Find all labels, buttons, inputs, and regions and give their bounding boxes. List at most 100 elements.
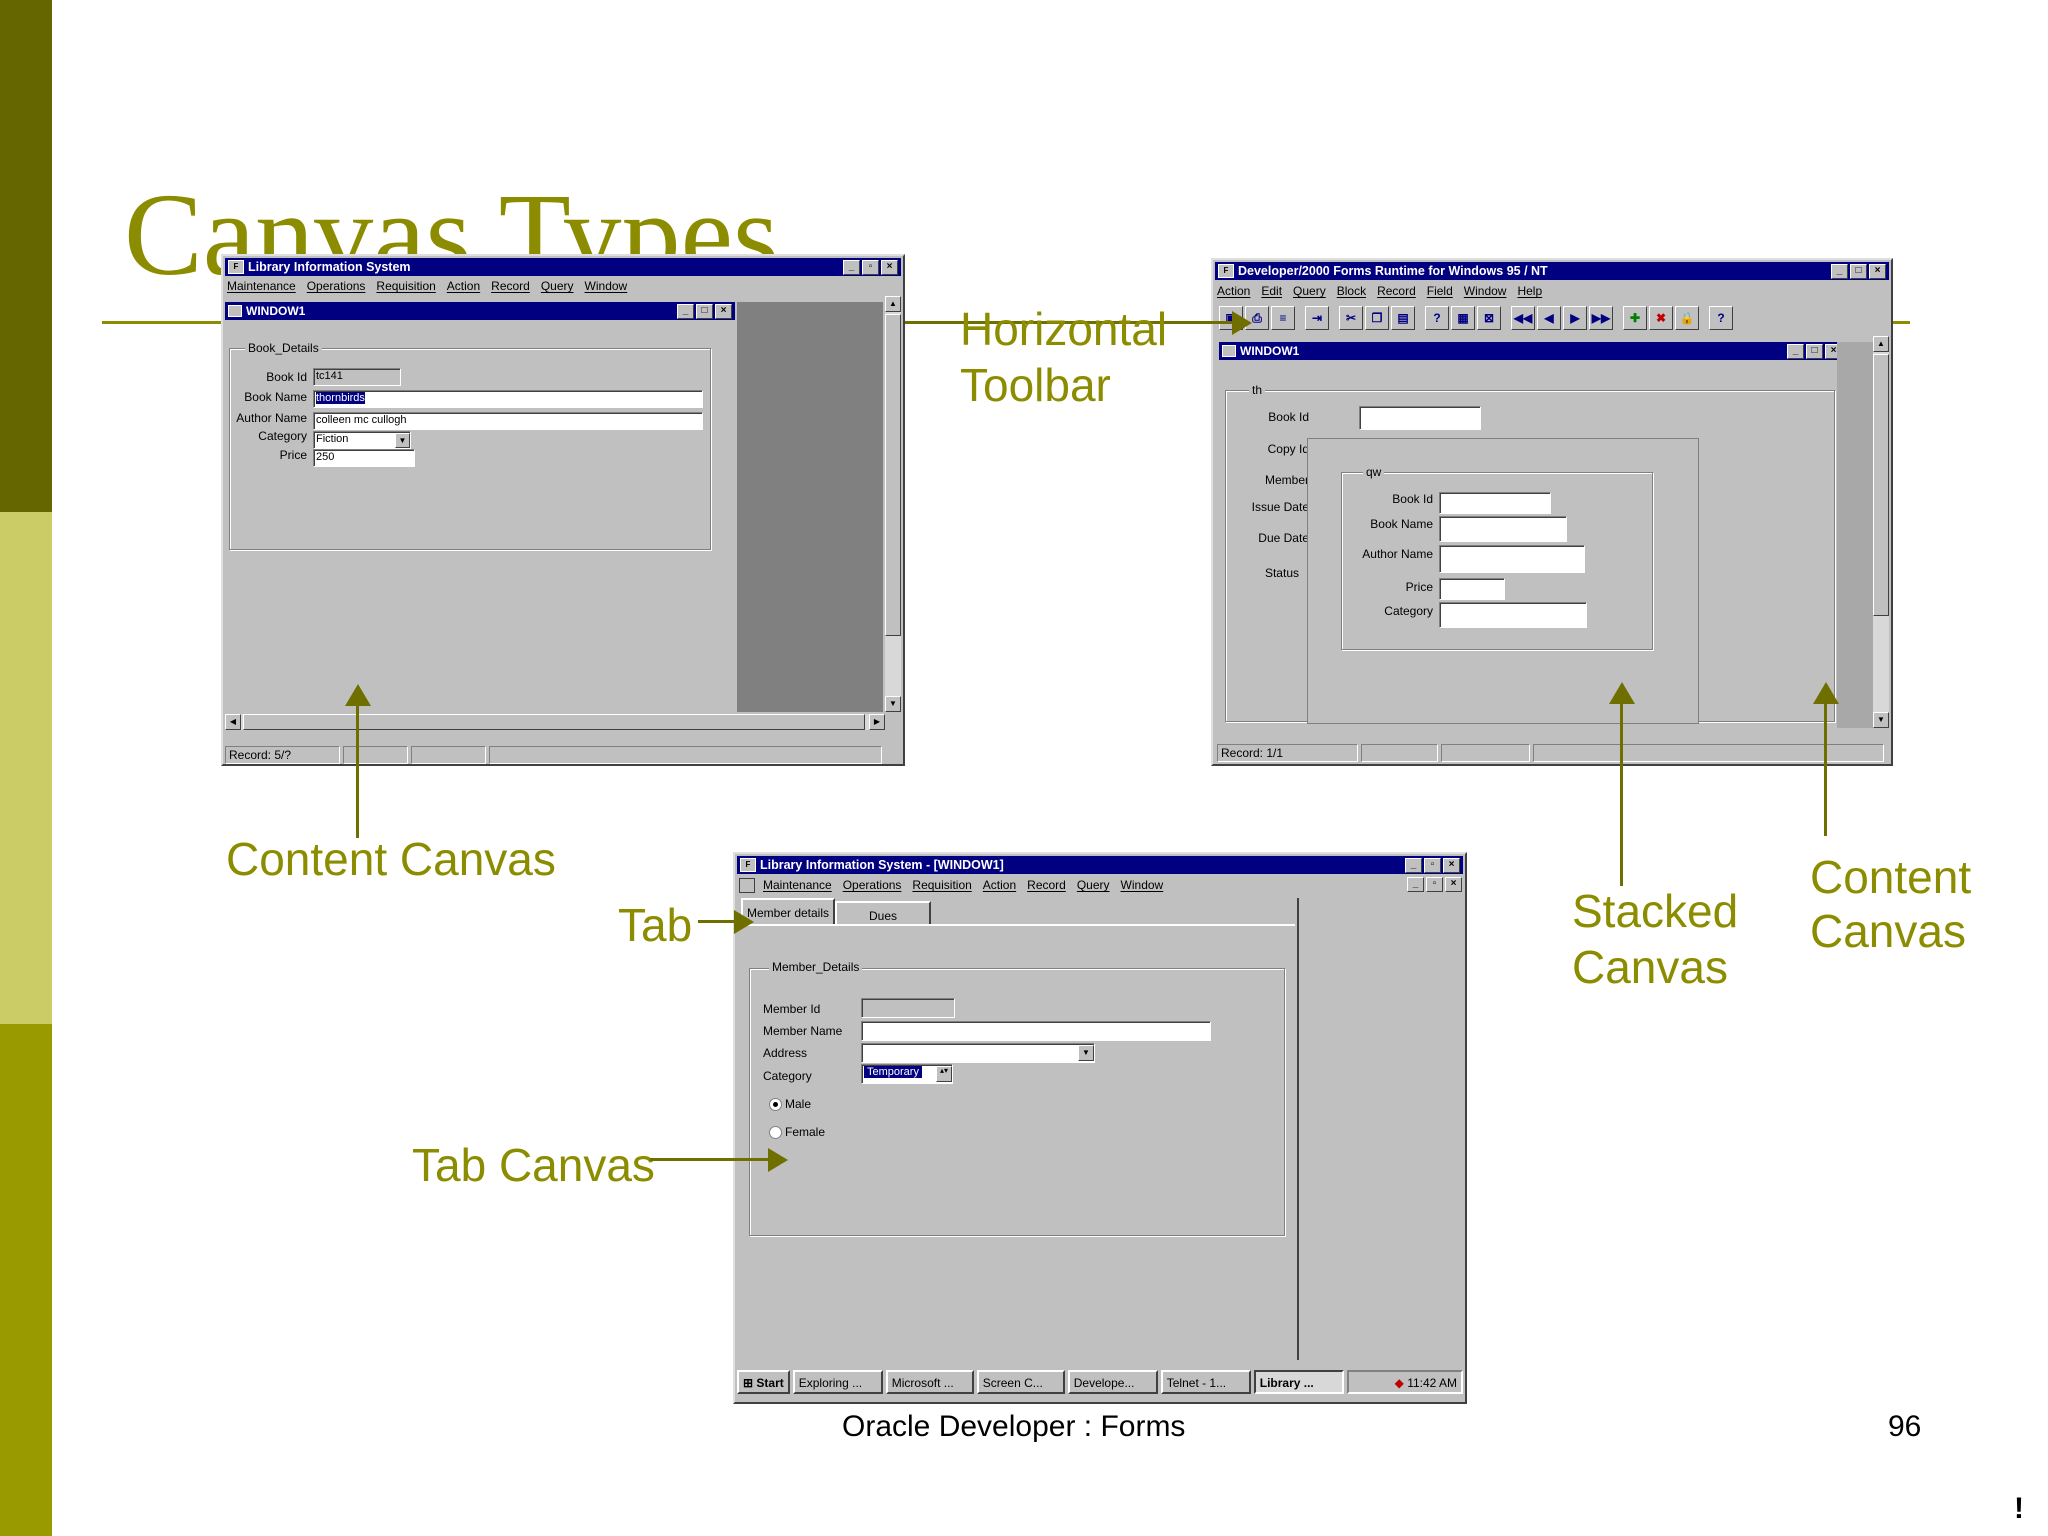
paste-icon[interactable]: ▤ [1391, 306, 1415, 330]
radio-male[interactable] [769, 1098, 782, 1111]
tab-dues[interactable]: Dues [835, 901, 931, 924]
price-field[interactable]: 250 [313, 449, 415, 467]
lock-record-icon[interactable]: 🔒 [1675, 306, 1699, 330]
mdi-restore-button[interactable]: ▫ [1426, 877, 1443, 892]
chevron-down-icon[interactable]: ▼ [395, 433, 410, 448]
execute-query-icon[interactable]: ▦ [1451, 306, 1475, 330]
mdi-minimize-button[interactable]: _ [1407, 877, 1424, 892]
menu-maintenance[interactable]: Maintenance [227, 279, 296, 293]
chevron-down-icon[interactable]: ▼ [1078, 1045, 1094, 1061]
menu-action[interactable]: Action [983, 878, 1016, 892]
win1-vertical-scrollbar[interactable]: ▲ ▼ [885, 296, 901, 712]
member-name-field[interactable] [861, 1021, 1211, 1041]
menu-field[interactable]: Field [1427, 284, 1453, 298]
start-button[interactable]: ⊞ Start [737, 1370, 790, 1394]
mdi-close-button[interactable]: × [1445, 877, 1462, 892]
menu-edit[interactable]: Edit [1261, 284, 1282, 298]
book-name-field[interactable]: thornbirds [313, 390, 703, 408]
menu-action[interactable]: Action [447, 279, 480, 293]
menu-query[interactable]: Query [1293, 284, 1326, 298]
menu-query[interactable]: Query [1077, 878, 1110, 892]
minimize-button[interactable]: _ [1405, 858, 1422, 873]
inner-maximize-button[interactable]: □ [696, 304, 713, 319]
menu-record[interactable]: Record [1377, 284, 1416, 298]
inner-close-button[interactable]: × [715, 304, 732, 319]
maximize-button[interactable]: □ [1850, 264, 1867, 279]
stacked-book-id-field[interactable] [1439, 492, 1551, 514]
menu-maintenance[interactable]: Maintenance [763, 878, 832, 892]
cut-icon[interactable]: ✂ [1339, 306, 1363, 330]
taskbar-item-library[interactable]: Library ... [1253, 1370, 1344, 1394]
tab-member-details[interactable]: Member details [741, 898, 835, 924]
label-stacked-author-name: Author Name [1362, 547, 1433, 561]
taskbar-item-developer[interactable]: Develope... [1067, 1370, 1158, 1394]
minimize-button[interactable]: _ [843, 260, 860, 275]
menu-window[interactable]: Window [1464, 284, 1507, 298]
close-button[interactable]: × [1869, 264, 1886, 279]
win1-horizontal-scrollbar[interactable]: ◀ ▶ [225, 714, 885, 730]
menu-block[interactable]: Block [1337, 284, 1366, 298]
arrow-content-left [345, 684, 371, 706]
taskbar-item-microsoft[interactable]: Microsoft ... [885, 1370, 974, 1394]
scroll-up-button[interactable]: ▲ [885, 296, 901, 312]
category-select[interactable]: Fiction ▼ [313, 431, 411, 449]
inner-minimize-button[interactable]: _ [677, 304, 694, 319]
inner-maximize-button[interactable]: □ [1806, 344, 1823, 359]
author-name-field[interactable]: colleen mc cullogh [313, 412, 703, 430]
inner-minimize-button[interactable]: _ [1787, 344, 1804, 359]
taskbar-item-screen[interactable]: Screen C... [976, 1370, 1065, 1394]
menu-requisition[interactable]: Requisition [376, 279, 435, 293]
scroll-thumb[interactable] [1873, 354, 1889, 616]
menu-query[interactable]: Query [541, 279, 574, 293]
stacked-category-field[interactable] [1439, 602, 1587, 628]
restore-button[interactable]: ▫ [862, 260, 879, 275]
close-button[interactable]: × [1443, 858, 1460, 873]
exit-icon[interactable]: ⇥ [1305, 306, 1329, 330]
hscroll-thumb[interactable] [243, 714, 865, 730]
category-list[interactable]: Temporary ▴▾ [861, 1064, 953, 1084]
spinner-icon[interactable]: ▴▾ [936, 1066, 952, 1082]
minimize-button[interactable]: _ [1831, 264, 1848, 279]
enter-query-icon[interactable]: ? [1425, 306, 1449, 330]
book-id-field[interactable] [1359, 406, 1481, 430]
scroll-down-button[interactable]: ▼ [1873, 712, 1889, 728]
member-id-field[interactable] [861, 998, 955, 1018]
arrow-tab [734, 910, 754, 934]
menu-window[interactable]: Window [585, 279, 628, 293]
cancel-query-icon[interactable]: ⊠ [1477, 306, 1501, 330]
delete-record-icon[interactable]: ✖ [1649, 306, 1673, 330]
last-record-icon[interactable]: ▶▶ [1589, 306, 1613, 330]
previous-record-icon[interactable]: ◀ [1537, 306, 1561, 330]
restore-button[interactable]: ▫ [1424, 858, 1441, 873]
close-button[interactable]: × [881, 260, 898, 275]
menu-requisition[interactable]: Requisition [912, 878, 971, 892]
scroll-right-button[interactable]: ▶ [869, 714, 885, 730]
scroll-down-button[interactable]: ▼ [885, 696, 901, 712]
radio-female[interactable] [769, 1126, 782, 1139]
menu-help[interactable]: Help [1517, 284, 1542, 298]
copy-icon[interactable]: ❐ [1365, 306, 1389, 330]
menu-record[interactable]: Record [1027, 878, 1066, 892]
scroll-up-button[interactable]: ▲ [1873, 336, 1889, 352]
first-record-icon[interactable]: ◀◀ [1511, 306, 1535, 330]
menu-window[interactable]: Window [1121, 878, 1164, 892]
scroll-thumb[interactable] [885, 314, 901, 636]
menu-operations[interactable]: Operations [843, 878, 902, 892]
stacked-book-name-field[interactable] [1439, 516, 1567, 542]
taskbar-item-telnet[interactable]: Telnet - 1... [1160, 1370, 1251, 1394]
book-id-field[interactable]: tc141 [313, 368, 401, 386]
menu-operations[interactable]: Operations [307, 279, 366, 293]
scroll-left-button[interactable]: ◀ [225, 714, 241, 730]
menu-action[interactable]: Action [1217, 284, 1250, 298]
win2-vertical-scrollbar[interactable]: ▲ ▼ [1873, 336, 1889, 728]
print-setup-icon[interactable]: ≡ [1271, 306, 1295, 330]
status-cell [1533, 744, 1884, 762]
help-icon[interactable]: ? [1709, 306, 1733, 330]
stacked-author-name-field[interactable] [1439, 545, 1585, 573]
menu-record[interactable]: Record [491, 279, 530, 293]
taskbar-item-exploring[interactable]: Exploring ... [792, 1370, 883, 1394]
next-record-icon[interactable]: ▶ [1563, 306, 1587, 330]
insert-record-icon[interactable]: ✚ [1623, 306, 1647, 330]
stacked-price-field[interactable] [1439, 578, 1505, 600]
address-select[interactable]: ▼ [861, 1043, 1095, 1063]
